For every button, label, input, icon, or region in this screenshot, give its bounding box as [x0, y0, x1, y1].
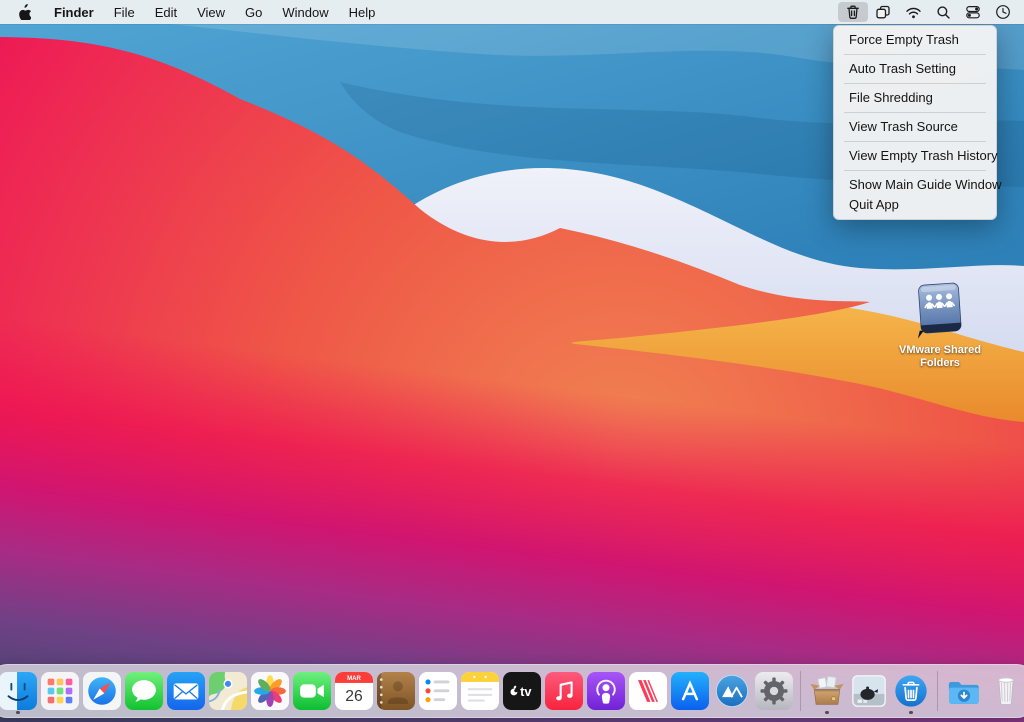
menu-item-show-main-guide-window[interactable]: Show Main Guide Window	[838, 175, 992, 195]
menu-edit[interactable]: Edit	[145, 5, 187, 20]
menu-app-name[interactable]: Finder	[44, 5, 104, 20]
menu-item-force-empty-trash[interactable]: Force Empty Trash	[838, 30, 992, 50]
tv-label: tv	[520, 684, 532, 699]
menu-item-view-trash-source[interactable]: View Trash Source	[838, 117, 992, 137]
spotlight-menu-extra[interactable]	[929, 2, 958, 22]
menu-item-quit-app[interactable]: Quit App	[838, 195, 992, 215]
menu-view[interactable]: View	[187, 5, 235, 20]
dock-app-facetime[interactable]	[292, 668, 332, 714]
dock-app-system-preferences[interactable]	[754, 668, 794, 714]
dock-app-finder[interactable]	[0, 668, 38, 714]
dock-app-calendar[interactable]: MAR 26	[334, 668, 374, 714]
dock-app-reminders[interactable]	[418, 668, 458, 714]
windows-menu-extra[interactable]	[868, 2, 898, 22]
menu-separator	[844, 141, 986, 142]
dock-app-contacts[interactable]	[376, 668, 416, 714]
dock-app-photos[interactable]	[250, 668, 290, 714]
apple-menu[interactable]	[0, 0, 44, 24]
dock-app-mail[interactable]	[166, 668, 206, 714]
dock: MAR 26	[0, 664, 1024, 718]
control-center-icon	[965, 4, 981, 20]
menu-bar: Finder File Edit View Go Window Help	[0, 0, 1024, 24]
running-indicator	[16, 711, 20, 715]
menu-separator	[844, 83, 986, 84]
trash-dropdown-menu: Force Empty Trash Auto Trash Setting Fil…	[833, 25, 997, 220]
menu-help[interactable]: Help	[339, 5, 386, 20]
dock-app-podcasts[interactable]	[586, 668, 626, 714]
menu-bar-left: Finder File Edit View Go Window Help	[0, 0, 385, 24]
calendar-month: MAR	[347, 675, 361, 682]
menu-bar-status-area	[838, 0, 1024, 24]
dock-separator	[937, 671, 938, 711]
dock-app-app-store[interactable]	[670, 668, 710, 714]
dock-app-notes[interactable]	[460, 668, 500, 714]
trash-icon	[845, 4, 861, 20]
dock-app-apple-tv[interactable]: tv	[502, 668, 542, 714]
dock-separator	[800, 671, 801, 711]
wifi-menu-extra[interactable]	[898, 2, 929, 22]
dock-app-unarchiver[interactable]	[807, 668, 847, 714]
menu-item-view-empty-trash-history[interactable]: View Empty Trash History	[838, 146, 992, 166]
menu-item-file-shredding[interactable]: File Shredding	[838, 88, 992, 108]
dock-downloads-folder[interactable]	[944, 668, 984, 714]
search-icon	[936, 5, 951, 20]
menu-item-auto-trash-setting[interactable]: Auto Trash Setting	[838, 59, 992, 79]
desktop-icon-label: VMware Shared Folders	[892, 344, 988, 370]
menu-separator	[844, 170, 986, 171]
clock-icon	[995, 4, 1011, 20]
dock-trash[interactable]	[986, 668, 1024, 714]
control-center-menu-extra[interactable]	[958, 2, 988, 22]
trash-menu-extra[interactable]	[838, 2, 868, 22]
desktop-icon-vmware-shared-folders[interactable]: VMware Shared Folders	[892, 281, 988, 370]
dock-app-trash-utility[interactable]	[891, 668, 931, 714]
menu-separator	[844, 112, 986, 113]
calendar-day: 26	[345, 688, 363, 705]
dock-app-launchpad[interactable]	[40, 668, 80, 714]
menu-file[interactable]: File	[104, 5, 145, 20]
dock-app-messages[interactable]	[124, 668, 164, 714]
dock-app-news[interactable]	[628, 668, 668, 714]
running-indicator	[825, 711, 829, 715]
menu-separator	[844, 54, 986, 55]
shared-drive-icon	[903, 281, 977, 343]
dock-minimized-window[interactable]	[849, 668, 889, 714]
clock-menu-extra[interactable]	[988, 2, 1018, 22]
dock-app-safari[interactable]	[82, 668, 122, 714]
running-indicator	[909, 711, 913, 715]
dock-app-music[interactable]	[544, 668, 584, 714]
dock-app-mountain-app[interactable]	[712, 668, 752, 714]
stacked-windows-icon	[875, 4, 891, 20]
menu-window[interactable]: Window	[272, 5, 338, 20]
menu-go[interactable]: Go	[235, 5, 272, 20]
apple-logo-icon	[17, 4, 31, 20]
wifi-icon	[905, 5, 922, 20]
dock-app-maps[interactable]	[208, 668, 248, 714]
